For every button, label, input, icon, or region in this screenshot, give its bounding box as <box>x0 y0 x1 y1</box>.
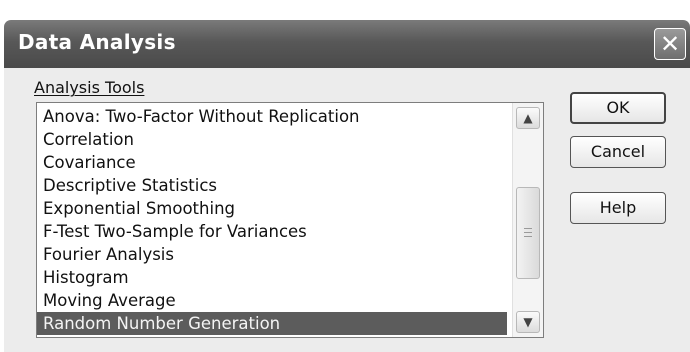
analysis-tools-label-text: Analysis Tools <box>34 78 145 97</box>
list-item[interactable]: Moving Average <box>37 289 507 312</box>
data-analysis-dialog: Data Analysis ✕ Analysis Tools Anova: Tw… <box>0 8 690 352</box>
list-items: Anova: Two-Factor Without Replication Co… <box>37 105 507 335</box>
list-item[interactable]: F-Test Two-Sample for Variances <box>37 220 507 243</box>
window-title: Data Analysis <box>18 30 176 54</box>
title-bar[interactable]: Data Analysis ✕ <box>4 20 690 68</box>
scroll-thumb[interactable] <box>516 187 540 279</box>
list-item[interactable]: Exponential Smoothing <box>37 197 507 220</box>
list-item-selected[interactable]: Random Number Generation <box>37 312 507 335</box>
close-icon: ✕ <box>659 30 681 58</box>
help-button[interactable]: Help <box>570 192 666 224</box>
close-button[interactable]: ✕ <box>654 28 686 60</box>
scroll-up-button[interactable]: ▲ <box>516 107 540 129</box>
grip-line <box>524 232 532 233</box>
list-item[interactable]: Correlation <box>37 128 507 151</box>
grip-line <box>524 228 532 229</box>
list-item[interactable]: Histogram <box>37 266 507 289</box>
list-item[interactable]: Covariance <box>37 151 507 174</box>
list-item[interactable]: Fourier Analysis <box>37 243 507 266</box>
grip-line <box>524 236 532 237</box>
analysis-tools-list[interactable]: Anova: Two-Factor Without Replication Co… <box>36 102 544 338</box>
dialog-body: Analysis Tools Anova: Two-Factor Without… <box>4 68 690 352</box>
chevron-up-icon: ▲ <box>523 111 533 125</box>
cancel-button[interactable]: Cancel <box>570 136 666 168</box>
list-item[interactable]: Descriptive Statistics <box>37 174 507 197</box>
list-scrollbar[interactable]: ▲ ▼ <box>512 103 543 337</box>
chevron-down-icon: ▼ <box>523 315 533 329</box>
analysis-tools-label: Analysis Tools <box>34 78 144 97</box>
scroll-down-button[interactable]: ▼ <box>516 311 540 333</box>
list-item[interactable]: Anova: Two-Factor Without Replication <box>37 105 507 128</box>
ok-button[interactable]: OK <box>570 92 666 124</box>
